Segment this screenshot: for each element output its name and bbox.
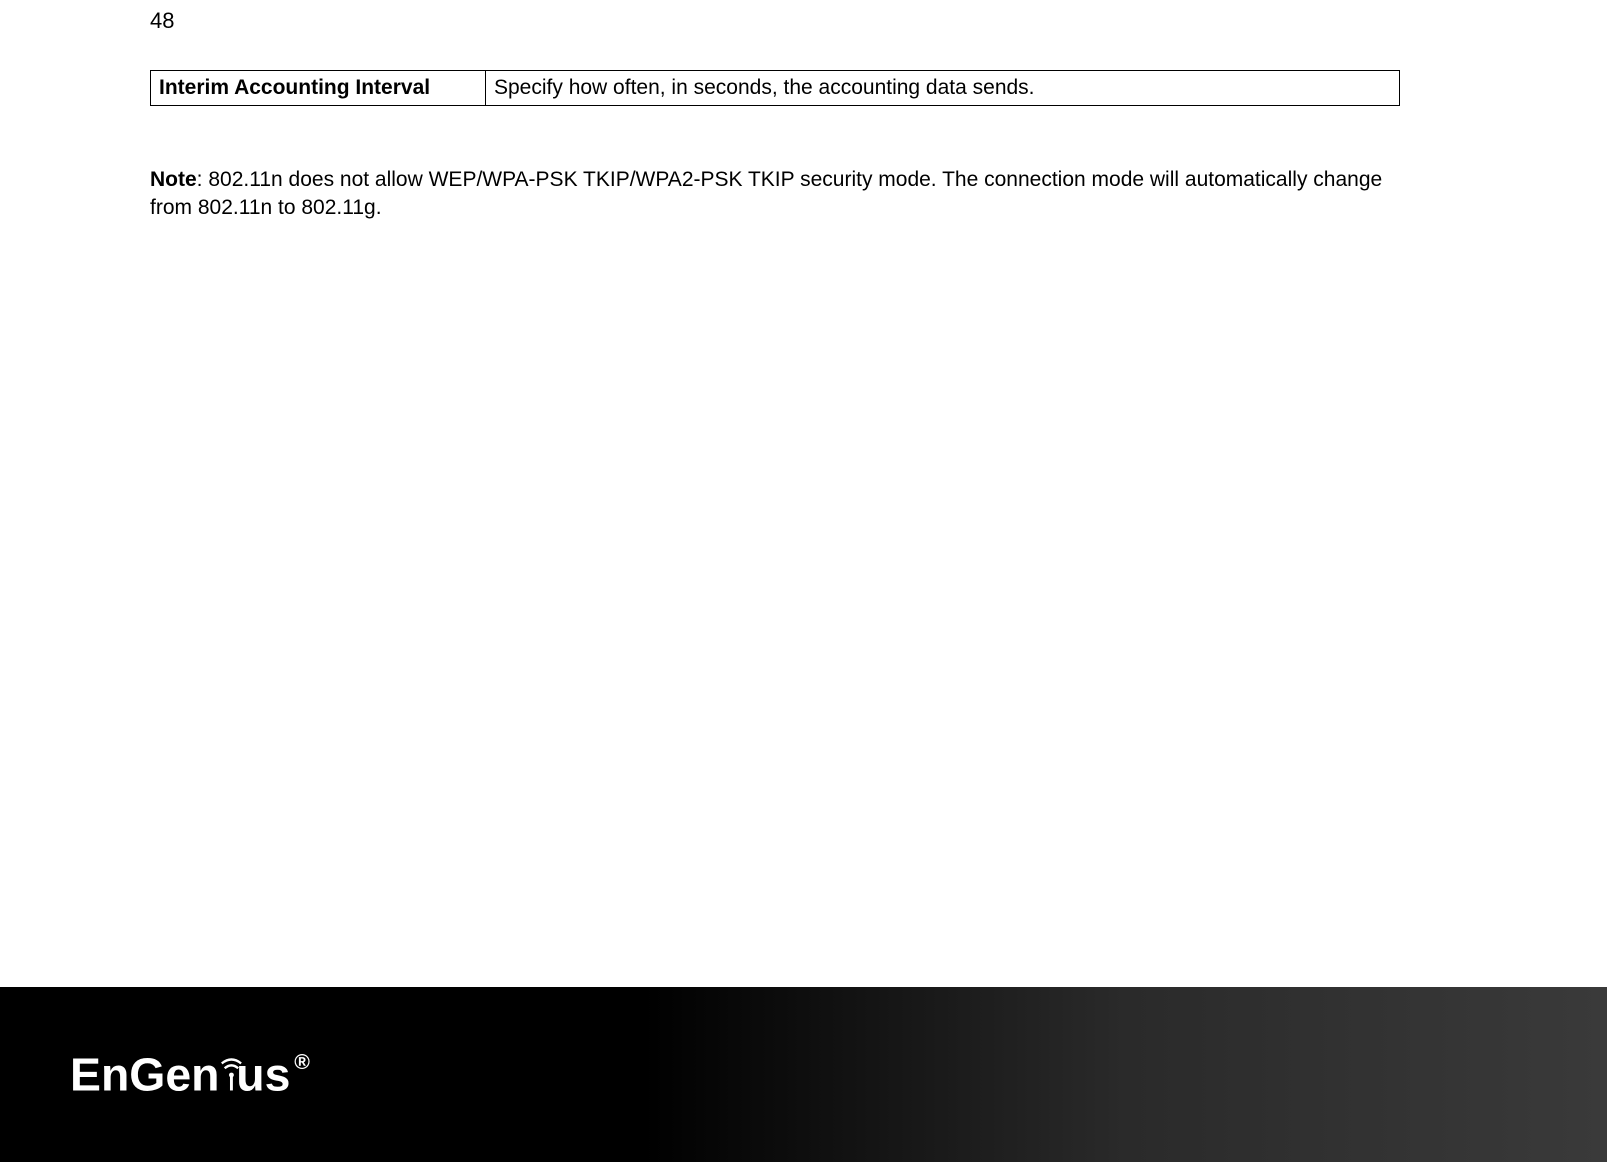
footer: EnGen us ® xyxy=(0,987,1607,1162)
svg-text:us: us xyxy=(236,1048,290,1100)
svg-text:EnGen: EnGen xyxy=(70,1048,220,1100)
setting-label: Interim Accounting Interval xyxy=(151,71,486,106)
page-number: 48 xyxy=(150,8,174,34)
engenius-logo-icon: EnGen us ® xyxy=(70,1046,360,1104)
table-row: Interim Accounting Interval Specify how … xyxy=(151,71,1400,106)
note-label: Note xyxy=(150,168,197,191)
brand-logo: EnGen us ® xyxy=(70,1046,360,1104)
setting-description: Specify how often, in seconds, the accou… xyxy=(486,71,1400,106)
note-body: : 802.11n does not allow WEP/WPA-PSK TKI… xyxy=(150,168,1382,219)
svg-text:®: ® xyxy=(294,1050,310,1074)
main-content: Interim Accounting Interval Specify how … xyxy=(150,70,1400,223)
note-text: Note: 802.11n does not allow WEP/WPA-PSK… xyxy=(150,166,1400,223)
settings-table: Interim Accounting Interval Specify how … xyxy=(150,70,1400,106)
